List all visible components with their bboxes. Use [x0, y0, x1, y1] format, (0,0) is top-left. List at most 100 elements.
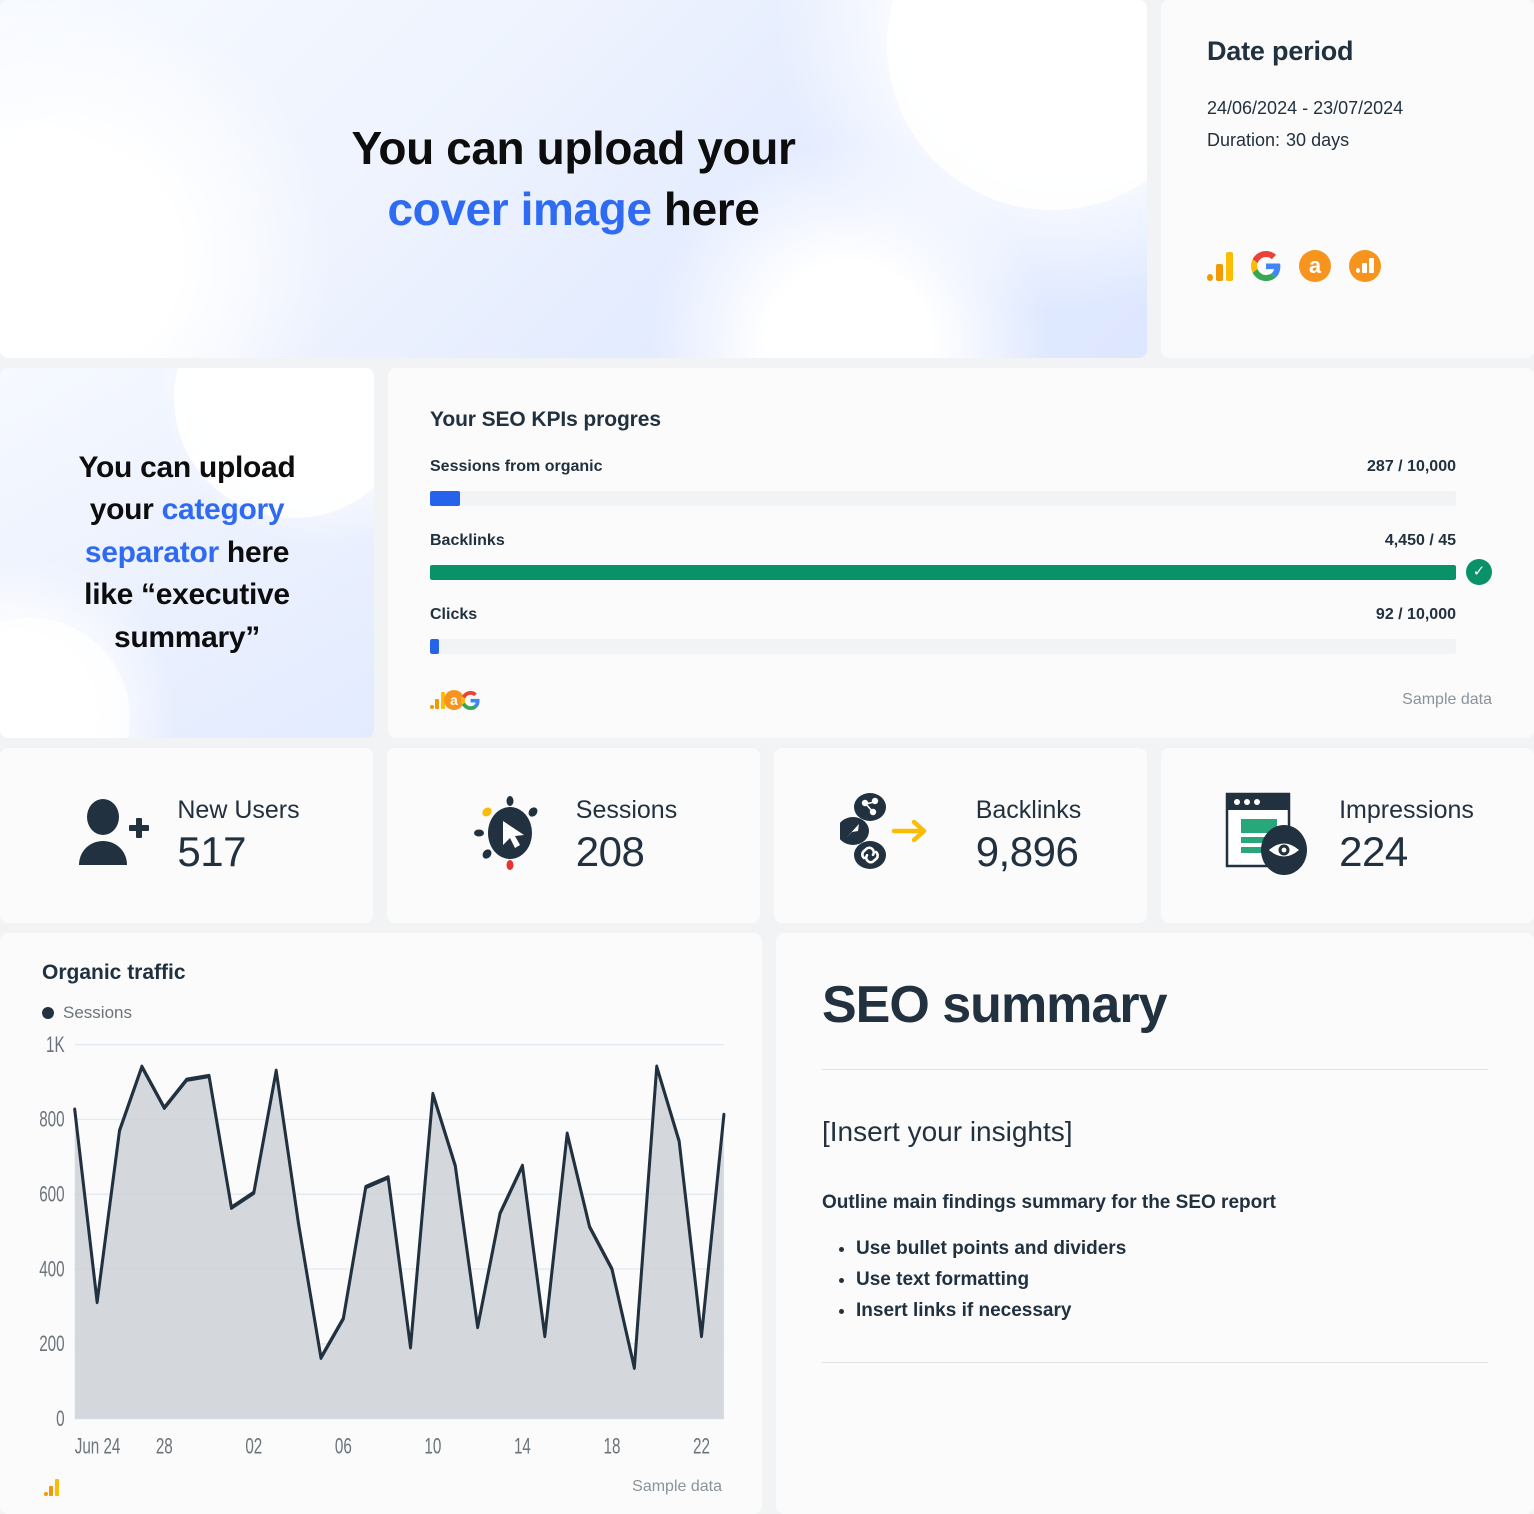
category-separator-placeholder[interactable]: You can upload your category separator h…	[0, 368, 374, 738]
date-period-range: 24/06/2024 - 23/07/2024	[1207, 93, 1488, 125]
date-period-duration: Duration: 30 days	[1207, 125, 1488, 157]
kpi-item-value: 4,450 / 45	[1385, 532, 1456, 550]
impressions-icon	[1221, 790, 1313, 881]
new-user-icon	[73, 797, 151, 874]
summary-divider-top	[822, 1069, 1488, 1070]
google-analytics-icon	[44, 1478, 61, 1496]
metric-tiles-row: New Users 517 Sessions 208	[0, 748, 1534, 923]
kpi-complete-check-icon: ✓	[1466, 559, 1492, 585]
header-row: You can upload your cover image here Dat…	[0, 0, 1534, 358]
svg-text:1K: 1K	[46, 1033, 65, 1056]
data-source-icons: a	[1207, 250, 1488, 328]
metric-tile-backlinks: Backlinks 9,896	[774, 748, 1147, 923]
separator-line-1: You can upload	[79, 447, 296, 490]
cover-decoration-circle-a	[887, 0, 1147, 210]
kpi-progress-track	[430, 565, 1456, 580]
metric-tile-sessions: Sessions 208	[387, 748, 760, 923]
google-icon	[461, 691, 480, 710]
seo-report-dashboard: You can upload your cover image here Dat…	[0, 0, 1534, 1514]
kpi-item-value: 92 / 10,000	[1376, 606, 1456, 624]
cover-placeholder-text: You can upload your cover image here	[352, 118, 796, 239]
chart-plot-area: 02004006008001KJun 2428020610141822	[22, 1033, 732, 1468]
sessions-icon	[470, 793, 550, 878]
kpi-item-label: Clicks	[430, 606, 477, 624]
kpi-item-bar-wrapper: ✓	[430, 559, 1492, 585]
cover-accent-text: cover image	[387, 183, 651, 235]
seo-kpi-progress-card: Your SEO KPIs progres Sessions from orga…	[388, 368, 1534, 738]
summary-outline-text: Outline main findings summary for the SE…	[822, 1192, 1488, 1214]
metric-value: 9,896	[976, 828, 1082, 875]
svg-text:18: 18	[604, 1434, 621, 1458]
metric-label: Backlinks	[976, 795, 1082, 825]
metric-value: 208	[576, 828, 677, 875]
svg-text:400: 400	[39, 1257, 64, 1281]
kpi-item-header: Sessions from organic 287 / 10,000	[430, 458, 1492, 476]
date-period-title: Date period	[1207, 36, 1488, 67]
cover-line-2: cover image here	[352, 179, 796, 240]
svg-text:06: 06	[335, 1434, 352, 1458]
kpi-progress-track	[430, 639, 1456, 654]
kpi-card-title: Your SEO KPIs progres	[430, 408, 1492, 432]
kpi-progress-fill	[430, 565, 1456, 580]
separator-line-2-pre: your	[90, 493, 162, 526]
metric-label: Sessions	[576, 795, 677, 825]
metric-tile-text: Impressions 224	[1339, 795, 1474, 875]
date-period-duration-value: 30 days	[1286, 130, 1349, 150]
svg-text:Jun 24: Jun 24	[75, 1434, 121, 1458]
metric-value: 224	[1339, 828, 1474, 875]
separator-line-2: your category	[79, 489, 296, 532]
separator-accent-separator: separator	[85, 536, 219, 569]
metric-tile-text: New Users 517	[177, 795, 299, 875]
cover-line-1: You can upload your	[352, 118, 796, 179]
organic-traffic-chart-card: Organic traffic Sessions 02004006008001K…	[0, 933, 762, 1514]
metric-tile-impressions: Impressions 224	[1161, 748, 1534, 923]
separator-line-4: like “executive	[79, 574, 296, 617]
svg-text:600: 600	[39, 1182, 64, 1206]
kpi-sample-data-label: Sample data	[1402, 691, 1492, 709]
chart-card-footer: Sample data	[22, 1468, 732, 1496]
kpi-item-value: 287 / 10,000	[1367, 458, 1456, 476]
kpi-progress-fill	[430, 639, 439, 654]
bottom-row: Organic traffic Sessions 02004006008001K…	[0, 933, 1534, 1514]
kpi-item-label: Sessions from organic	[430, 458, 603, 476]
summary-insights-placeholder[interactable]: [Insert your insights]	[822, 1116, 1488, 1148]
summary-bullet-list: Use bullet points and dividers Use text …	[822, 1234, 1488, 1326]
kpi-progress-track	[430, 491, 1456, 506]
svg-text:10: 10	[424, 1434, 441, 1458]
kpi-progress-item: Sessions from organic 287 / 10,000 ✓	[430, 458, 1492, 511]
google-search-console-icon	[1349, 250, 1381, 282]
metric-tile-text: Sessions 208	[576, 795, 677, 875]
chart-title: Organic traffic	[42, 961, 732, 985]
list-item: Use bullet points and dividers	[856, 1234, 1488, 1265]
cover-image-placeholder[interactable]: You can upload your cover image here	[0, 0, 1147, 358]
legend-label-sessions: Sessions	[63, 1003, 132, 1023]
chart-legend: Sessions	[42, 1003, 732, 1023]
metric-value: 517	[177, 828, 299, 875]
cover-decoration-circle-b	[0, 120, 160, 358]
kpi-item-label: Backlinks	[430, 532, 505, 550]
date-period-duration-label: Duration:	[1207, 130, 1280, 150]
ahrefs-icon: a	[1299, 250, 1331, 282]
date-period-card: Date period 24/06/2024 - 23/07/2024 Dura…	[1161, 0, 1534, 358]
svg-text:0: 0	[56, 1406, 64, 1430]
kpi-card-footer: a Sample data	[430, 690, 1492, 710]
cover-line-2-rest: here	[652, 183, 760, 235]
metric-tile-text: Backlinks 9,896	[976, 795, 1082, 875]
kpi-item-bar-wrapper: ✓	[430, 485, 1492, 511]
kpi-progress-fill	[430, 491, 460, 506]
summary-title: SEO summary	[822, 975, 1488, 1035]
metric-label: New Users	[177, 795, 299, 825]
separator-accent-category: category	[162, 493, 285, 526]
chart-sample-data-label: Sample data	[632, 1478, 722, 1496]
legend-marker-sessions	[42, 1007, 54, 1019]
metric-tile-new-users: New Users 517	[0, 748, 373, 923]
summary-divider-bottom	[822, 1362, 1488, 1363]
separator-line-3: separator here	[79, 532, 296, 575]
google-analytics-icon	[1207, 251, 1233, 281]
list-item: Insert links if necessary	[856, 1296, 1488, 1327]
separator-placeholder-text: You can upload your category separator h…	[53, 447, 322, 660]
svg-text:800: 800	[39, 1107, 64, 1131]
kpi-item-header: Backlinks 4,450 / 45	[430, 532, 1492, 550]
svg-text:02: 02	[245, 1434, 262, 1458]
kpi-progress-item: Backlinks 4,450 / 45 ✓	[430, 532, 1492, 585]
